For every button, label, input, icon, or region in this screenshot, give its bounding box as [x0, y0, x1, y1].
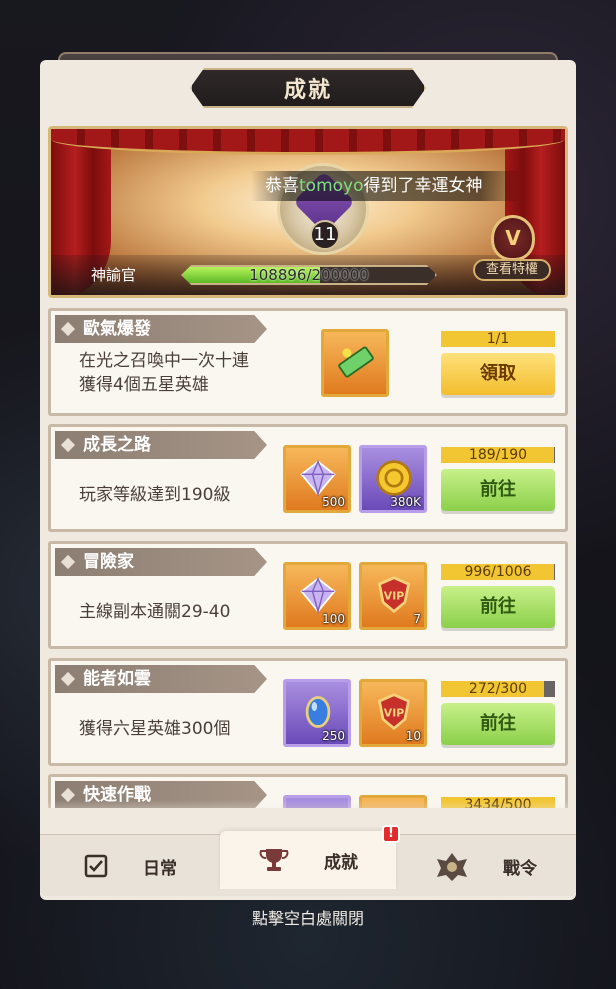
achievement-progress-bar: 272/300 — [441, 681, 555, 697]
achievement-title-text: 歐氣爆發 — [83, 319, 151, 339]
reward-quantity: 380K — [390, 495, 421, 509]
reward-item[interactable] — [321, 329, 389, 397]
achievement-description-line: 獲得六星英雄300個 — [79, 719, 231, 739]
achievement-card: 成長之路玩家等級達到190級 500 380K 189/190 前往 — [48, 424, 568, 532]
page-title: 成就 — [283, 78, 332, 103]
achievement-description: 獲得六星英雄300個 — [79, 717, 230, 741]
reward-item[interactable]: 380K — [359, 445, 427, 513]
achievement-progress-bar: 189/190 — [441, 447, 555, 463]
achievement-title: 冒險家 — [55, 548, 267, 576]
xp-progress-text: 108896/200000 — [249, 266, 369, 284]
go-button[interactable]: 前往 — [441, 469, 555, 511]
achievement-description-line: 玩家等級達到190級 — [79, 485, 231, 505]
claim-button[interactable]: 領取 — [441, 353, 555, 395]
achievement-description-line: 在光之召喚中一次十連 — [79, 351, 249, 371]
achievement-progress-text: 189/190 — [468, 447, 528, 463]
go-button[interactable]: 前往 — [441, 703, 555, 745]
achievement-title-text: 冒險家 — [83, 552, 134, 572]
close-hint: 點擊空白處關閉 — [251, 909, 364, 928]
reward-item[interactable]: VIP 10 — [359, 679, 427, 747]
diamond-bullet-icon — [60, 437, 76, 453]
achievement-progress-bar: 1/1 — [441, 331, 555, 347]
emblem-level: 11 — [310, 220, 340, 250]
achievement-title: 歐氣爆發 — [55, 315, 267, 343]
ticker-suffix: 得到了幸運女神 — [363, 176, 483, 196]
tab-battle-pass[interactable]: 戰令 — [396, 835, 576, 897]
vip-badge-icon: VIP — [374, 575, 414, 615]
gold-coin-icon — [374, 458, 414, 498]
diamond-bullet-icon — [60, 554, 76, 570]
tab-bar: 日常 成就 ! 戰令 — [40, 825, 576, 897]
achievement-description-line: 主線副本通關29-40 — [79, 602, 231, 622]
achievement-progress-text: 1/1 — [486, 331, 510, 347]
achievement-card: 冒險家主線副本通關29-40 100 VIP 7 996/1006 前往 — [48, 541, 568, 649]
ticket-icon — [336, 342, 376, 382]
achievement-description-line: 獲得4個五星英雄 — [79, 375, 209, 395]
view-privileges-label: 查看特權 — [473, 259, 551, 281]
reward-item[interactable]: VIP 7 — [359, 562, 427, 630]
rank-banner: 11 恭喜tomoyo得到了幸運女神 神諭官 108896/200000 V 查… — [48, 126, 568, 298]
reward-item[interactable]: 250 — [283, 679, 351, 747]
xp-progress-bar: 108896/200000 — [181, 265, 437, 285]
achievement-description: 主線副本通關29-40 — [79, 600, 230, 624]
crest-icon — [435, 851, 469, 881]
trophy-icon — [258, 846, 290, 874]
diamond-icon — [298, 575, 338, 615]
tab-daily-label: 日常 — [143, 858, 177, 879]
reward-quantity: 500 — [322, 495, 345, 509]
rank-name: 神諭官 — [91, 266, 137, 284]
tab-achievements-label: 成就 — [324, 852, 358, 873]
go-button[interactable]: 前往 — [441, 586, 555, 628]
achievement-title: 成長之路 — [55, 431, 267, 459]
tab-battle-pass-label: 戰令 — [503, 858, 537, 879]
ticker-prefix: 恭喜 — [265, 176, 299, 196]
reward-quantity: 250 — [322, 729, 345, 743]
svg-text:VIP: VIP — [384, 707, 404, 720]
reward-item[interactable]: 100 — [283, 562, 351, 630]
diamond-bullet-icon — [60, 671, 76, 687]
achievement-card: 歐氣爆發在光之召喚中一次十連 獲得4個五星英雄 1/1 領取 — [48, 308, 568, 416]
vip-badge-icon: VIP — [374, 692, 414, 732]
announcement-ticker: 恭喜tomoyo得到了幸運女神 — [251, 171, 521, 201]
achievement-description: 玩家等級達到190級 — [79, 483, 230, 507]
achievement-progress-text: 272/300 — [468, 681, 528, 697]
svg-text:VIP: VIP — [384, 590, 404, 603]
blue-gem-icon — [298, 692, 338, 732]
reward-quantity: 10 — [405, 729, 421, 743]
ticker-player: tomoyo — [299, 176, 364, 196]
achievement-card: 能者如雲獲得六星英雄300個 250 VIP 10 272/300 前往 — [48, 658, 568, 766]
reward-item[interactable]: 500 — [283, 445, 351, 513]
title-plate: 成就 — [190, 68, 426, 108]
curtain-valance — [51, 129, 565, 155]
checklist-icon — [83, 853, 109, 879]
achievement-list[interactable]: 歐氣爆發在光之召喚中一次十連 獲得4個五星英雄 1/1 領取成長之路玩家等級達到190… — [48, 308, 568, 808]
tab-daily[interactable]: 日常 — [40, 835, 220, 897]
diamond-bullet-icon — [60, 321, 76, 337]
achievement-progress-text: 996/1006 — [464, 564, 532, 580]
tab-achievements[interactable]: 成就 ! — [220, 825, 400, 889]
view-privileges-button[interactable]: V 查看特權 — [473, 215, 551, 281]
reward-quantity: 7 — [413, 612, 421, 626]
reward-quantity: 100 — [322, 612, 345, 626]
achievement-title-text: 能者如雲 — [83, 669, 151, 689]
achievement-progress-bar: 996/1006 — [441, 564, 555, 580]
achievement-title: 能者如雲 — [55, 665, 267, 693]
vip-shield-icon: V — [491, 215, 535, 261]
diamond-icon — [298, 458, 338, 498]
list-fade — [48, 800, 568, 830]
achievement-title-text: 成長之路 — [83, 435, 151, 455]
achievement-description: 在光之召喚中一次十連 獲得4個五星英雄 — [79, 349, 249, 397]
